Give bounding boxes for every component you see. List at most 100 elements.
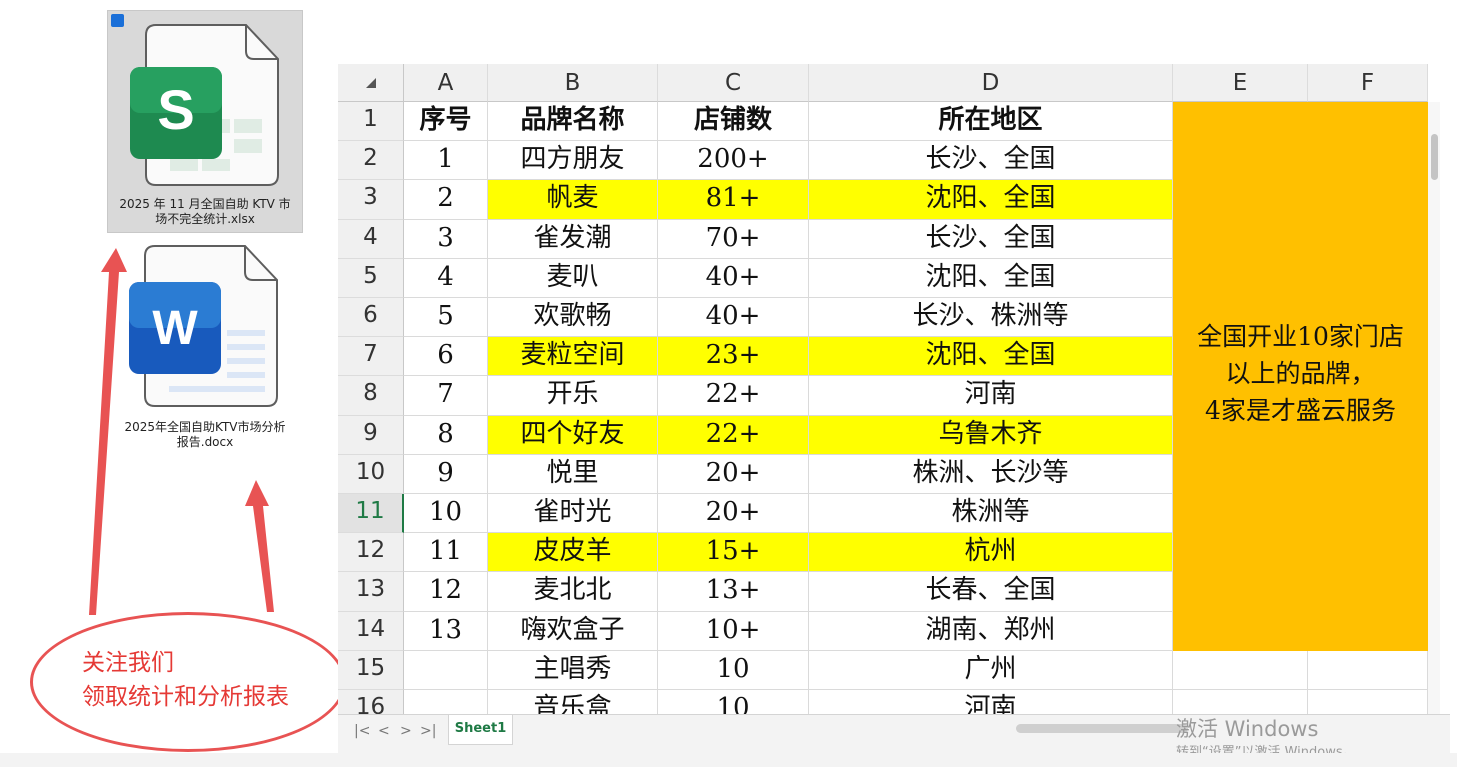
table-cell[interactable]: 长沙、全国: [809, 219, 1173, 259]
table-cell[interactable]: 15+: [658, 533, 809, 573]
first-sheet-button[interactable]: |<: [354, 723, 370, 739]
horizontal-scroll-thumb[interactable]: [1016, 724, 1188, 733]
table-cell[interactable]: 3: [404, 219, 488, 259]
table-cell[interactable]: 嗨欢盒子: [488, 611, 658, 651]
column-header-f[interactable]: F: [1308, 64, 1428, 102]
table-cell[interactable]: 欢歌畅: [488, 298, 658, 338]
table-cell[interactable]: 长沙、株洲等: [809, 298, 1173, 338]
vertical-scroll-thumb[interactable]: [1431, 134, 1438, 180]
table-cell[interactable]: 株洲、长沙等: [809, 454, 1173, 494]
table-cell[interactable]: 开乐: [488, 376, 658, 416]
table-cell[interactable]: 20+: [658, 494, 809, 534]
table-cell[interactable]: 沈阳、全国: [809, 258, 1173, 298]
table-cell[interactable]: 湖南、郑州: [809, 611, 1173, 651]
row-header[interactable]: 4: [338, 219, 404, 259]
table-cell[interactable]: 四方朋友: [488, 141, 658, 181]
column-header-c[interactable]: C: [658, 64, 809, 102]
table-cell[interactable]: [404, 650, 488, 690]
annotation-line1: 关注我们: [82, 650, 174, 676]
spreadsheet-grid[interactable]: ABCDEF 1 序号 品牌名称 店铺数 所在地区 2 1 四方朋友 200+ 长沙、全国 3 2 帆麦…: [338, 58, 1450, 753]
vertical-scrollbar[interactable]: [1428, 102, 1440, 714]
column-header-a[interactable]: A: [404, 64, 488, 102]
table-cell[interactable]: 雀发潮: [488, 219, 658, 259]
column-header-e[interactable]: E: [1173, 64, 1308, 102]
empty-cell[interactable]: [1173, 650, 1308, 690]
table-cell[interactable]: 22+: [658, 376, 809, 416]
table-cell[interactable]: 5: [404, 298, 488, 338]
table-cell[interactable]: 乌鲁木齐: [809, 415, 1173, 455]
select-all-triangle-icon: [366, 78, 376, 88]
table-cell[interactable]: 麦粒空间: [488, 337, 658, 377]
row-header[interactable]: 6: [338, 298, 404, 338]
row-header[interactable]: 7: [338, 337, 404, 377]
table-cell[interactable]: 4: [404, 258, 488, 298]
table-cell[interactable]: 长沙、全国: [809, 141, 1173, 181]
row-header[interactable]: 3: [338, 180, 404, 220]
row-header[interactable]: 9: [338, 415, 404, 455]
table-cell[interactable]: 杭州: [809, 533, 1173, 573]
table-cell[interactable]: 10: [658, 650, 809, 690]
table-cell[interactable]: 1: [404, 141, 488, 181]
prev-sheet-button[interactable]: <: [378, 723, 390, 739]
row-header[interactable]: 13: [338, 572, 404, 612]
column-header-b[interactable]: B: [488, 64, 658, 102]
table-cell[interactable]: 广州: [809, 650, 1173, 690]
row-header[interactable]: 5: [338, 258, 404, 298]
table-cell[interactable]: 70+: [658, 219, 809, 259]
row-header[interactable]: 8: [338, 376, 404, 416]
table-cell[interactable]: 2: [404, 180, 488, 220]
activation-watermark-title: 激活 Windows: [1176, 717, 1319, 741]
table-cell[interactable]: 200+: [658, 141, 809, 181]
row-header[interactable]: 11: [338, 494, 404, 534]
table-cell[interactable]: 10: [404, 494, 488, 534]
table-cell[interactable]: 10+: [658, 611, 809, 651]
row-header[interactable]: 1: [338, 102, 404, 142]
table-cell[interactable]: 沈阳、全国: [809, 337, 1173, 377]
header-cell[interactable]: 店铺数: [658, 102, 809, 142]
table-cell[interactable]: 12: [404, 572, 488, 612]
last-sheet-button[interactable]: >|: [420, 723, 436, 739]
table-cell[interactable]: 株洲等: [809, 494, 1173, 534]
table-cell[interactable]: 23+: [658, 337, 809, 377]
arrow-up-icon: [89, 248, 127, 615]
table-cell[interactable]: 四个好友: [488, 415, 658, 455]
table-cell[interactable]: 40+: [658, 298, 809, 338]
row-header[interactable]: 14: [338, 611, 404, 651]
table-cell[interactable]: 长春、全国: [809, 572, 1173, 612]
merged-note-line3: 4家是才盛云服务: [1205, 396, 1396, 426]
table-cell[interactable]: 雀时光: [488, 494, 658, 534]
row-header[interactable]: 15: [338, 650, 404, 690]
table-cell[interactable]: 麦叭: [488, 258, 658, 298]
table-cell[interactable]: 22+: [658, 415, 809, 455]
table-cell[interactable]: 沈阳、全国: [809, 180, 1173, 220]
column-header-d[interactable]: D: [809, 64, 1173, 102]
next-sheet-button[interactable]: >: [400, 723, 412, 739]
table-cell[interactable]: 河南: [809, 376, 1173, 416]
empty-cell[interactable]: [1308, 650, 1428, 690]
table-cell[interactable]: 81+: [658, 180, 809, 220]
table-cell[interactable]: 6: [404, 337, 488, 377]
table-cell[interactable]: 13+: [658, 572, 809, 612]
table-cell[interactable]: 帆麦: [488, 180, 658, 220]
table-cell[interactable]: 皮皮羊: [488, 533, 658, 573]
merged-note-cell[interactable]: 全国开业10家门店 以上的品牌， 4家是才盛云服务: [1173, 102, 1428, 651]
table-cell[interactable]: 麦北北: [488, 572, 658, 612]
table-cell[interactable]: 9: [404, 454, 488, 494]
merged-note-line2: 以上的品牌，: [1225, 359, 1376, 389]
table-cell[interactable]: 20+: [658, 454, 809, 494]
tab-sheet1[interactable]: Sheet1: [448, 715, 513, 745]
table-cell[interactable]: 11: [404, 533, 488, 573]
header-cell[interactable]: 序号: [404, 102, 488, 142]
row-header[interactable]: 2: [338, 141, 404, 181]
table-cell[interactable]: 8: [404, 415, 488, 455]
table-cell[interactable]: 主唱秀: [488, 650, 658, 690]
header-cell[interactable]: 品牌名称: [488, 102, 658, 142]
table-cell[interactable]: 40+: [658, 258, 809, 298]
table-cell[interactable]: 7: [404, 376, 488, 416]
row-header[interactable]: 12: [338, 533, 404, 573]
row-header[interactable]: 10: [338, 454, 404, 494]
header-cell[interactable]: 所在地区: [809, 102, 1173, 142]
table-cell[interactable]: 13: [404, 611, 488, 651]
table-cell[interactable]: 悦里: [488, 454, 658, 494]
select-all-corner[interactable]: [338, 64, 404, 102]
